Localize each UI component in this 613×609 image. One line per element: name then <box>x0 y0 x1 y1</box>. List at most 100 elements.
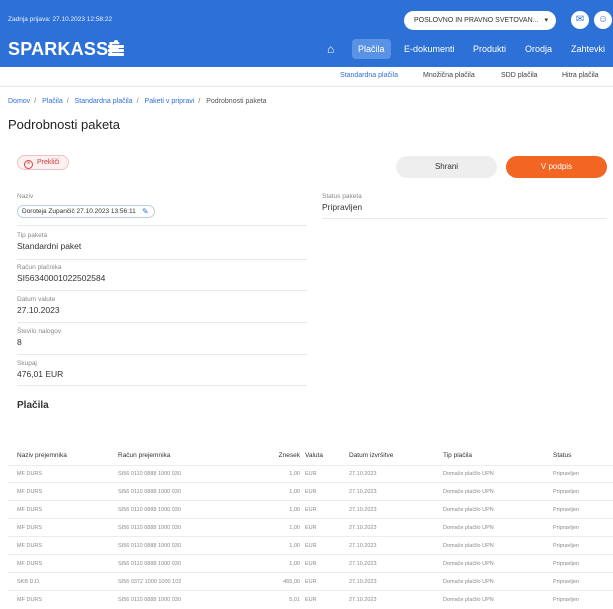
cell-date: 27.10.2023 <box>349 471 377 477</box>
column-header-currency[interactable]: Valuta <box>305 452 323 459</box>
row-divider <box>8 590 613 591</box>
sparkasse-logo-icon <box>108 40 124 57</box>
column-header-amount[interactable]: Znesek <box>260 452 300 459</box>
cell-type: Domače plačilo UPN <box>443 543 494 549</box>
nav-placila[interactable]: Plačila <box>352 39 391 59</box>
nav-zahtevki[interactable]: Zahtevki <box>565 39 611 59</box>
cell-account: SI56 0110 0888 1000 030 <box>118 471 181 477</box>
cancel-button[interactable]: × Prekliči <box>17 155 69 170</box>
cell-account: SI56 0110 0888 1000 030 <box>118 543 181 549</box>
breadcrumb-domov[interactable]: Domov <box>8 98 30 105</box>
field-name: Naziv Doroteja Zupančič 27.10.2023 13:56… <box>17 193 307 226</box>
cell-date: 27.10.2023 <box>349 561 377 567</box>
row-divider <box>8 536 613 537</box>
cell-recipient: MF DURS <box>17 597 43 603</box>
breadcrumb-standardna-placila[interactable]: Standardna plačila <box>75 98 133 105</box>
field-count: Število nalogov 8 <box>17 328 307 355</box>
cell-status: Pripravljen <box>553 471 579 477</box>
cell-amount: 1,00 <box>289 543 300 549</box>
cell-currency: EUR <box>305 471 317 477</box>
column-header-date[interactable]: Datum izvršitve <box>349 452 393 459</box>
cell-currency: EUR <box>305 489 317 495</box>
cell-type: Domače plačilo UPN <box>443 507 494 513</box>
type-label: Tip paketa <box>17 232 48 239</box>
field-type: Tip paketa Standardni paket <box>17 232 307 260</box>
user-icon[interactable]: ☺ <box>594 11 612 29</box>
table-divider <box>8 465 613 466</box>
column-header-status[interactable]: Status <box>553 452 571 459</box>
subnav-sdd-placila[interactable]: SDD plačila <box>501 72 538 79</box>
row-divider <box>8 554 613 555</box>
subnav-standardna-placila[interactable]: Standardna plačila <box>340 72 398 79</box>
brand-logo[interactable]: SPARKASSE <box>8 39 121 60</box>
cell-account: SI56 0110 0888 1000 030 <box>118 525 181 531</box>
cell-status: Pripravljen <box>553 543 579 549</box>
cell-type: Domače plačilo UPN <box>443 489 494 495</box>
subnav-mnozicna-placila[interactable]: Množična plačila <box>423 72 475 79</box>
cell-date: 27.10.2023 <box>349 489 377 495</box>
profile-selector-value: POSLOVNO IN PRAVNO SVETOVAN... <box>414 17 539 24</box>
edit-pencil-icon[interactable]: ✎ <box>142 206 149 217</box>
cell-status: Pripravljen <box>553 597 579 603</box>
cell-amount: 1,00 <box>289 561 300 567</box>
name-value: Doroteja Zupančič 27.10.2023 13:56:11 <box>22 208 136 215</box>
cell-recipient: MF DURS <box>17 543 43 549</box>
nav-orodja[interactable]: Orodja <box>519 39 558 59</box>
cell-type: Domače plačilo UPN <box>443 597 494 603</box>
cell-account: SI56 0372 1000 1000 102 <box>118 579 182 585</box>
cell-date: 27.10.2023 <box>349 507 377 513</box>
cell-type: Domače plačilo UPN <box>443 561 494 567</box>
type-value: Standardni paket <box>17 241 82 251</box>
cell-amount: 1,00 <box>289 525 300 531</box>
count-value: 8 <box>17 337 22 347</box>
profile-selector[interactable]: POSLOVNO IN PRAVNO SVETOVAN... ▾ <box>404 11 556 30</box>
sign-button[interactable]: V podpis <box>506 156 607 178</box>
status-label: Status paketa <box>322 193 362 200</box>
cell-date: 27.10.2023 <box>349 597 377 603</box>
account-label: Račun plačnika <box>17 264 62 271</box>
nav-produkti[interactable]: Produkti <box>467 39 512 59</box>
nav-e-dokumenti[interactable]: E-dokumenti <box>398 39 461 59</box>
cell-date: 27.10.2023 <box>349 525 377 531</box>
account-value: SI56340001022502584 <box>17 273 106 283</box>
cell-type: Domače plačilo UPN <box>443 471 494 477</box>
total-value: 476,01 EUR <box>17 369 64 379</box>
cell-status: Pripravljen <box>553 525 579 531</box>
column-header-account[interactable]: Račun prejemnika <box>118 452 170 459</box>
row-divider <box>8 500 613 501</box>
home-icon[interactable]: ⌂ <box>327 42 334 56</box>
last-login-text: Zadnja prijava: 27.10.2023 12:58:22 <box>8 16 113 23</box>
column-header-recipient[interactable]: Naziv prejemnika <box>17 452 67 459</box>
cancel-icon: × <box>24 160 33 169</box>
cell-recipient: MF DURS <box>17 489 43 495</box>
field-date: Datum valute 27.10.2023 <box>17 296 307 323</box>
save-button[interactable]: Shrani <box>396 156 497 178</box>
cell-amount: 1,00 <box>289 489 300 495</box>
cell-recipient: SKB D.D. <box>17 579 41 585</box>
breadcrumb-placila[interactable]: Plačila <box>42 98 63 105</box>
page-title: Podrobnosti paketa <box>8 117 121 132</box>
breadcrumb: Domov / Plačila / Standardna plačila / Pake… <box>8 98 267 105</box>
total-label: Skupaj <box>17 360 37 367</box>
breadcrumb-current: Podrobnosti paketa <box>206 98 267 105</box>
cell-status: Pripravljen <box>553 507 579 513</box>
cell-recipient: MF DURS <box>17 507 43 513</box>
cell-recipient: MF DURS <box>17 525 43 531</box>
cell-recipient: MF DURS <box>17 471 43 477</box>
status-value: Pripravljen <box>322 202 363 212</box>
field-account: Račun plačnika SI56340001022502584 <box>17 264 307 291</box>
mail-icon[interactable]: ✉ <box>571 11 589 29</box>
cell-currency: EUR <box>305 507 317 513</box>
cell-type: Domače plačilo UPN <box>443 579 494 585</box>
cell-currency: EUR <box>305 579 317 585</box>
cell-currency: EUR <box>305 525 317 531</box>
breadcrumb-paketi-v-pripravi[interactable]: Paketi v pripravi <box>145 98 195 105</box>
row-divider <box>8 482 613 483</box>
name-input[interactable]: Doroteja Zupančič 27.10.2023 13:56:11 ✎ <box>17 205 155 218</box>
cell-amount: 5,01 <box>289 597 300 603</box>
column-header-type[interactable]: Tip plačila <box>443 452 472 459</box>
cell-status: Pripravljen <box>553 561 579 567</box>
row-divider <box>8 518 613 519</box>
subnav-hitra-placila[interactable]: Hitra plačila <box>562 72 599 79</box>
cell-account: SI56 0110 0888 1000 030 <box>118 561 181 567</box>
